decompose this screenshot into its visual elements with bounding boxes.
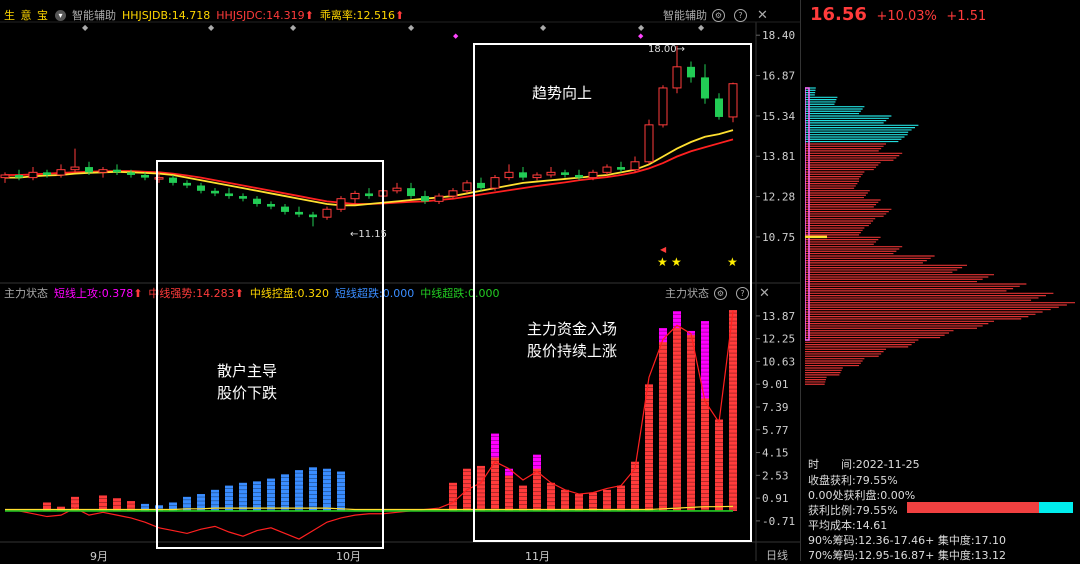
indicator-bar	[449, 482, 457, 511]
y-tick-label: 10.75	[762, 231, 795, 244]
candle-body	[70, 166, 80, 171]
indicator-bar	[99, 495, 107, 511]
up-arrow-icon: ⬆	[304, 8, 314, 22]
candle-body	[127, 172, 135, 175]
y-tick-label: 12.25	[762, 333, 795, 346]
chip-distribution-chart[interactable]	[805, 32, 1080, 452]
abs-change: +1.51	[946, 9, 987, 24]
candle-body	[462, 182, 472, 192]
y-tick-label: 16.87	[762, 70, 795, 83]
annotation-text: 股价下跌	[217, 384, 278, 402]
low-price-label: 11.15	[358, 229, 388, 240]
marker-dot: ◆	[453, 32, 459, 40]
stat-profit-ratio: 获利比例:79.55%	[808, 504, 898, 517]
y-tick-label: 4.15	[762, 447, 789, 460]
sub-value-1: 短线上攻:0.378	[54, 287, 134, 300]
y-tick-label: 12.28	[762, 191, 795, 204]
indicator-value-2: HHJSJDC:14.319	[216, 8, 305, 22]
y-tick-label: 7.39	[762, 401, 789, 414]
y-tick-label: 0.91	[762, 492, 789, 505]
y-tick-label: 10.63	[762, 355, 795, 368]
profit-ratio-bar	[907, 502, 1073, 513]
marker-dot: ◆	[540, 23, 547, 32]
close-icon[interactable]: ✕	[757, 8, 768, 23]
marker-dot: ◆	[698, 23, 705, 32]
indicator-header: 生 意 宝 ▾ 智能辅助 HHJSJDB:14.718 HHJSJDC:14.3…	[4, 6, 410, 24]
candle-body	[28, 171, 38, 179]
high-price-label: 18.00	[648, 44, 677, 55]
profit-ratio-fill	[907, 502, 1040, 513]
stat-profit-zero: 0.00处获利盘:0.00%	[808, 489, 916, 502]
app-name: 生 意 宝	[4, 9, 49, 22]
candle-body	[0, 174, 10, 179]
marker-dot: ◆	[208, 23, 215, 32]
annotation-capital: 主力资金入场 股价持续上涨	[527, 318, 617, 362]
indicator-header-right: 智能辅助 ⚙ ? ✕	[663, 6, 774, 24]
stat-date: 时 间:2022-11-25	[808, 458, 920, 471]
y-tick-label: 15.34	[762, 110, 795, 123]
pct-change: +10.03%	[876, 9, 937, 24]
annotation-uptrend: 趋势向上	[532, 82, 592, 104]
annotation-box-uptrend	[473, 43, 752, 542]
annotation-text: 股价持续上涨	[527, 342, 618, 360]
x-axis-label-sep: 9月	[90, 550, 108, 563]
dropdown-icon[interactable]: ▾	[55, 9, 66, 21]
annotation-retail: 散户主导 股价下跌	[217, 360, 277, 404]
stat-avg-cost: 平均成本:14.61	[808, 519, 888, 532]
y-tick-label: 2.53	[762, 469, 789, 482]
marker-dot: ◆	[638, 23, 645, 32]
up-arrow-icon: ⬆	[395, 8, 405, 22]
settings-icon[interactable]: ⚙	[712, 8, 725, 22]
indicator-value-3: 乖离率:12.516	[319, 9, 396, 22]
candle-body	[434, 195, 444, 202]
low-price-mark: ←11.15	[350, 229, 388, 240]
stat-profit-close: 收盘获利:79.55%	[808, 474, 898, 487]
candle-body	[113, 169, 121, 173]
candle-body	[15, 174, 23, 178]
y-tick-label: 13.87	[762, 310, 795, 323]
stat-chip90: 90%筹码:12.36-17.46+ 集中度:17.10	[808, 534, 1007, 547]
y-tick-label: 9.01	[762, 378, 789, 391]
x-axis-label-nov: 11月	[525, 550, 550, 563]
close-icon[interactable]: ✕	[759, 286, 770, 301]
y-tick-label: -0.71	[762, 515, 795, 528]
sub-indicator-name: 主力状态	[4, 287, 48, 300]
annotation-text: 主力资金入场	[527, 320, 618, 338]
candle-body	[392, 187, 402, 192]
indicator-name-right: 智能辅助	[663, 9, 707, 22]
help-icon[interactable]: ?	[734, 8, 747, 22]
y-tick-label: 13.81	[762, 150, 795, 163]
up-arrow-icon: ⬆	[133, 286, 143, 300]
candle-body	[407, 188, 415, 197]
candle-body	[448, 190, 458, 197]
candle-body	[56, 169, 66, 176]
indicator-name: 智能辅助	[72, 9, 116, 22]
annotation-text: 趋势向上	[532, 84, 593, 102]
candle-body	[421, 196, 429, 202]
y-tick-label: 5.77	[762, 424, 789, 437]
last-price: 16.56	[810, 4, 867, 25]
candle-body	[141, 174, 149, 178]
high-price-mark: 18.00→	[648, 44, 686, 55]
marker-dot: ◆	[290, 23, 297, 32]
marker-dot: ◆	[82, 23, 89, 32]
indicator-value-1: HHJSJDB:14.718	[122, 8, 211, 22]
marker-dot: ◆	[408, 23, 415, 32]
candle-body	[98, 169, 108, 173]
quote-bar: 16.56 +10.03% +1.51	[810, 4, 986, 25]
annotation-text: 散户主导	[217, 362, 278, 380]
y-tick-label: 18.40	[762, 29, 795, 42]
marker-dot: ◆	[638, 32, 644, 40]
candle-body	[43, 172, 51, 175]
x-axis-label-oct: 10月	[336, 550, 361, 563]
candle-body	[85, 167, 93, 173]
annotation-box-decline	[156, 160, 384, 549]
